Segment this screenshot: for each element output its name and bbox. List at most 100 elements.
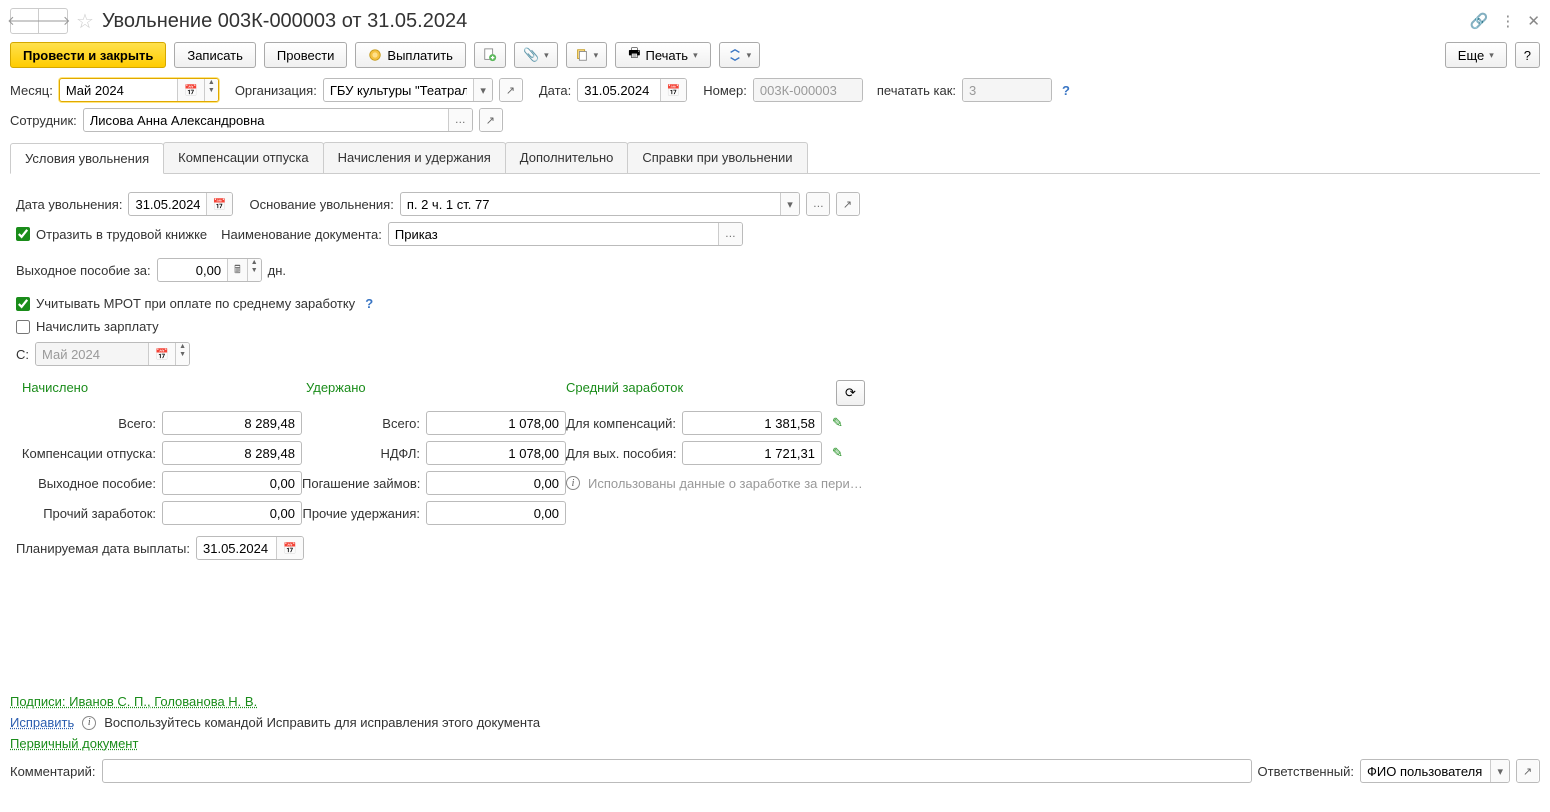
tab-certificates[interactable]: Справки при увольнении: [627, 142, 807, 173]
comment-input[interactable]: [103, 760, 1251, 782]
close-icon[interactable]: ✕: [1527, 12, 1540, 30]
accrued-total-label: Всего:: [16, 416, 156, 431]
signatures-link[interactable]: Подписи: Иванов С. П., Голованова Н. В.: [10, 694, 257, 709]
planned-date-input[interactable]: [197, 537, 276, 559]
month-field[interactable]: 📅 ▲▼: [59, 78, 219, 102]
write-button[interactable]: Записать: [174, 42, 256, 68]
help-button[interactable]: ?: [1515, 42, 1540, 68]
accrued-vacation-label: Компенсации отпуска:: [16, 446, 156, 461]
avg-comp-edit-icon[interactable]: ✎: [832, 415, 843, 431]
avg-comp-field[interactable]: [682, 411, 822, 435]
dismissal-date-input[interactable]: [129, 193, 205, 215]
print-button[interactable]: 🖶 Печать ▾: [615, 42, 710, 68]
withheld-other-input[interactable]: [427, 502, 565, 524]
avg-sev-field[interactable]: [682, 441, 822, 465]
severance-days-input[interactable]: [158, 259, 227, 281]
doc-name-input[interactable]: [389, 223, 718, 245]
from-month-input: [36, 343, 148, 365]
org-input[interactable]: [324, 79, 473, 101]
basis-input[interactable]: [401, 193, 780, 215]
severance-spinner[interactable]: ▲▼: [247, 259, 261, 281]
tab-conditions[interactable]: Условия увольнения: [10, 143, 164, 174]
accrued-severance-input[interactable]: [163, 472, 301, 494]
withheld-loans-field[interactable]: [426, 471, 566, 495]
accrued-vacation-field[interactable]: [162, 441, 302, 465]
planned-date-field[interactable]: 📅: [196, 536, 304, 560]
month-spinner[interactable]: ▲▼: [204, 79, 218, 101]
correct-link[interactable]: Исправить: [10, 715, 74, 730]
print-as-help-icon[interactable]: ?: [1058, 83, 1074, 98]
tab-accruals[interactable]: Начисления и удержания: [323, 142, 506, 173]
date-input[interactable]: [578, 79, 659, 101]
refresh-calc-button[interactable]: ⟳: [836, 380, 865, 406]
kebab-menu-icon[interactable]: ⋮: [1500, 12, 1515, 30]
month-input[interactable]: [60, 79, 177, 101]
more-button[interactable]: Еще▾: [1445, 42, 1507, 68]
favorite-star-icon[interactable]: ☆: [76, 9, 94, 34]
withheld-total-input[interactable]: [427, 412, 565, 434]
basis-open-button[interactable]: ↗: [836, 192, 860, 216]
withheld-total-field[interactable]: [426, 411, 566, 435]
responsible-field[interactable]: ▾: [1360, 759, 1510, 783]
post-button[interactable]: Провести: [264, 42, 348, 68]
accrued-total-input[interactable]: [163, 412, 301, 434]
basis-dropdown-button[interactable]: ▾: [780, 193, 799, 215]
calendar-icon-button[interactable]: 📅: [177, 79, 204, 101]
responsible-dropdown-button[interactable]: ▾: [1490, 760, 1509, 782]
employee-input[interactable]: [84, 109, 448, 131]
mrot-help-icon[interactable]: ?: [361, 296, 377, 311]
window-title: Увольнение 003К-000003 от 31.05.2024: [102, 10, 1462, 33]
org-open-button[interactable]: ↗: [499, 78, 523, 102]
primary-doc-link[interactable]: Первичный документ: [10, 736, 138, 751]
doc-name-select-button[interactable]: …: [718, 223, 742, 245]
post-and-close-button[interactable]: Провести и закрыть: [10, 42, 166, 68]
basis-select-button[interactable]: …: [806, 192, 830, 216]
create-based-on-button[interactable]: [474, 42, 506, 68]
withheld-other-field[interactable]: [426, 501, 566, 525]
month-label: Месяц:: [10, 83, 53, 98]
dismissal-date-field[interactable]: 📅: [128, 192, 233, 216]
date-field[interactable]: 📅: [577, 78, 687, 102]
link-icon[interactable]: 🔗: [1470, 12, 1489, 30]
mrot-checkbox[interactable]: [16, 297, 30, 311]
accrued-total-field[interactable]: [162, 411, 302, 435]
comment-field[interactable]: [102, 759, 1252, 783]
reflect-workbook-checkbox[interactable]: [16, 227, 30, 241]
export-button[interactable]: ▾: [719, 42, 761, 68]
pay-button[interactable]: Выплатить: [355, 42, 466, 68]
tab-vacation-comp[interactable]: Компенсации отпуска: [163, 142, 324, 173]
dismissal-date-calendar-button[interactable]: 📅: [206, 193, 233, 215]
org-dropdown-button[interactable]: ▾: [473, 79, 492, 101]
related-docs-button[interactable]: ▾: [566, 42, 608, 68]
avg-comp-input[interactable]: [683, 412, 821, 434]
withheld-loans-input[interactable]: [427, 472, 565, 494]
employee-open-button[interactable]: ↗: [479, 108, 503, 132]
severance-calc-button[interactable]: 🖩: [227, 259, 247, 281]
attach-button[interactable]: 📎▾: [514, 42, 558, 68]
avg-sev-edit-icon[interactable]: ✎: [832, 445, 843, 461]
planned-date-calendar-button[interactable]: 📅: [276, 537, 303, 559]
date-calendar-button[interactable]: 📅: [660, 79, 687, 101]
withheld-ndfl-field[interactable]: [426, 441, 566, 465]
responsible-input[interactable]: [1361, 760, 1490, 782]
forward-button[interactable]: 🡒: [39, 9, 67, 33]
docs-icon: [575, 48, 589, 62]
withheld-header: Удержано: [306, 380, 566, 406]
accrued-other-input[interactable]: [163, 502, 301, 524]
withheld-ndfl-input[interactable]: [427, 442, 565, 464]
info-icon: i: [566, 476, 580, 490]
doc-name-field[interactable]: …: [388, 222, 743, 246]
tab-additional[interactable]: Дополнительно: [505, 142, 629, 173]
coin-icon: [368, 48, 382, 62]
employee-field[interactable]: …: [83, 108, 473, 132]
accrued-severance-field[interactable]: [162, 471, 302, 495]
accrued-other-field[interactable]: [162, 501, 302, 525]
accrued-vacation-input[interactable]: [163, 442, 301, 464]
basis-field[interactable]: ▾: [400, 192, 800, 216]
org-field[interactable]: ▾: [323, 78, 493, 102]
employee-select-button[interactable]: …: [448, 109, 472, 131]
accrue-salary-checkbox[interactable]: [16, 320, 30, 334]
avg-sev-input[interactable]: [683, 442, 821, 464]
severance-days-field[interactable]: 🖩 ▲▼: [157, 258, 262, 282]
responsible-open-button[interactable]: ↗: [1516, 759, 1540, 783]
